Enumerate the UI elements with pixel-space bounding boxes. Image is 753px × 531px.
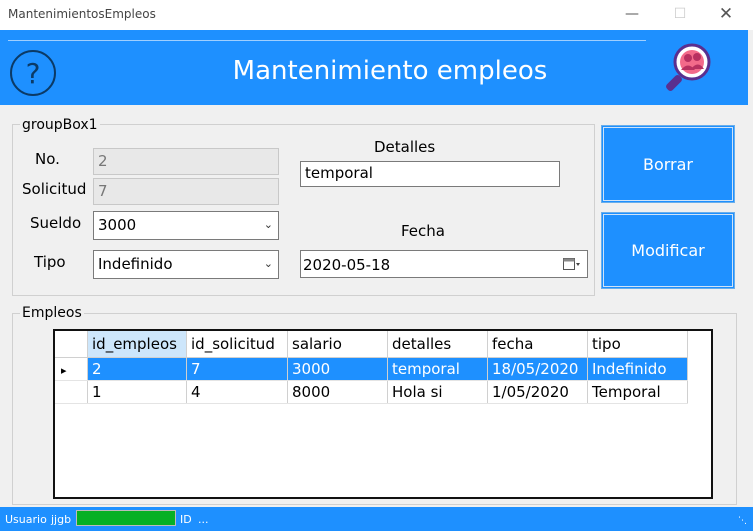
calendar-icon[interactable] — [563, 257, 581, 271]
column-header-id-solicitud[interactable]: id_solicitud — [186, 331, 288, 358]
fecha-datepicker[interactable]: 2020-05-18 — [300, 250, 588, 278]
chevron-down-icon: ⌄ — [263, 218, 273, 231]
minimize-button[interactable]: — — [612, 3, 652, 25]
empleos-table: id_empleos id_solicitud salario detalles… — [55, 331, 688, 404]
maximize-button[interactable]: ☐ — [660, 3, 700, 25]
id-label: ID — [180, 513, 192, 526]
table-cell[interactable]: Hola si — [387, 380, 488, 404]
table-cell[interactable]: 1/05/2020 — [487, 380, 588, 404]
usuario-value: jjgb — [51, 513, 72, 526]
tipo-combo[interactable]: Indefinido ⌄ — [93, 250, 279, 279]
window-titlebar: MantenimientosEmpleos — ☐ ✕ — [0, 0, 753, 30]
solicitud-label: Solicitud — [22, 180, 87, 198]
close-button[interactable]: ✕ — [706, 3, 746, 25]
no-field[interactable]: 2 — [93, 148, 279, 175]
column-header-fecha[interactable]: fecha — [487, 331, 588, 358]
table-cell[interactable]: 2 — [87, 357, 187, 381]
window-title: MantenimientosEmpleos — [8, 7, 156, 21]
status-progress-bar — [76, 510, 176, 526]
page-title: Mantenimiento empleos — [232, 56, 548, 86]
maximize-icon: ☐ — [673, 6, 687, 22]
column-header-tipo[interactable]: tipo — [587, 331, 688, 358]
resize-grip-icon[interactable]: ⋱ — [738, 516, 747, 526]
table-row[interactable]: ▸ 2 7 3000 temporal 18/05/2020 Indefinid… — [55, 357, 688, 381]
empleos-datagrid[interactable]: id_empleos id_solicitud salario detalles… — [53, 329, 713, 499]
row-header-corner — [55, 331, 88, 358]
status-bar: Usuario jjgb ID ... ⋱ — [0, 507, 753, 531]
table-cell[interactable]: temporal — [387, 357, 488, 381]
table-cell[interactable]: 3000 — [287, 357, 388, 381]
table-row[interactable]: 1 4 8000 Hola si 1/05/2020 Temporal — [55, 380, 688, 404]
form-groupbox-label: groupBox1 — [20, 117, 100, 133]
chevron-down-icon: ⌄ — [263, 257, 273, 270]
usuario-label: Usuario — [5, 513, 47, 526]
column-header-id-empleos[interactable]: id_empleos — [87, 331, 187, 358]
sueldo-combo[interactable]: 3000 ⌄ — [93, 211, 279, 240]
table-cell[interactable]: 8000 — [287, 380, 388, 404]
header-banner: ? Mantenimiento empleos — [0, 30, 748, 105]
row-pointer-icon: ▸ — [61, 364, 67, 377]
id-value: ... — [198, 513, 209, 526]
row-selector[interactable] — [55, 380, 88, 404]
table-cell[interactable]: Temporal — [587, 380, 688, 404]
table-cell[interactable]: Indefinido — [587, 357, 688, 381]
progress-fill — [77, 511, 175, 525]
column-header-salario[interactable]: salario — [287, 331, 388, 358]
fecha-value: 2020-05-18 — [303, 256, 391, 274]
table-cell[interactable]: 18/05/2020 — [487, 357, 588, 381]
tipo-value: Indefinido — [98, 255, 173, 273]
no-label: No. — [35, 150, 60, 168]
table-cell[interactable]: 7 — [186, 357, 288, 381]
sueldo-label: Sueldo — [30, 214, 82, 232]
detalles-field[interactable]: temporal — [300, 161, 560, 187]
modify-button[interactable]: Modificar — [601, 212, 735, 289]
empleos-groupbox-label: Empleos — [20, 305, 84, 321]
solicitud-field[interactable]: 7 — [93, 178, 279, 205]
column-header-detalles[interactable]: detalles — [387, 331, 488, 358]
delete-button[interactable]: Borrar — [601, 125, 735, 203]
user-search-icon — [666, 43, 711, 91]
table-cell[interactable]: 1 — [87, 380, 187, 404]
detalles-label: Detalles — [374, 138, 436, 156]
table-header-row: id_empleos id_solicitud salario detalles… — [55, 331, 688, 358]
close-icon: ✕ — [718, 4, 734, 24]
sueldo-value: 3000 — [98, 216, 137, 234]
row-selector[interactable]: ▸ — [55, 357, 88, 381]
fecha-label: Fecha — [401, 222, 445, 240]
tipo-label: Tipo — [34, 253, 66, 271]
table-cell[interactable]: 4 — [186, 380, 288, 404]
header-divider — [8, 40, 646, 41]
minimize-icon: — — [625, 6, 639, 22]
